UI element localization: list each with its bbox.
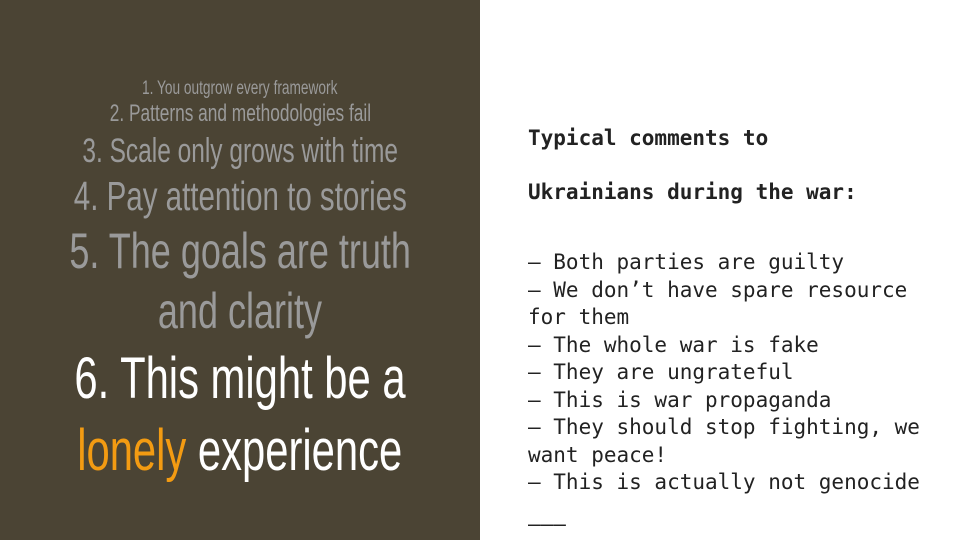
comments-list: — Both parties are guilty — We don’t hav… bbox=[528, 249, 940, 497]
heading-line-1: Typical comments to bbox=[528, 126, 769, 150]
heading-line-2: Ukrainians during the war: bbox=[528, 180, 857, 204]
comment-item: — They should stop fighting, we want pea… bbox=[528, 415, 920, 467]
comment-item: — The whole war is fake bbox=[528, 332, 819, 357]
slide: 1. You outgrow every framework 2. Patter… bbox=[0, 0, 960, 540]
list-item-2: 2. Patterns and methodologies fail bbox=[109, 100, 371, 127]
left-panel: 1. You outgrow every framework 2. Patter… bbox=[0, 0, 480, 540]
list-item-1: 1. You outgrow every framework bbox=[142, 78, 338, 99]
comment-item: — This is actually not genocide bbox=[528, 470, 920, 494]
list-item-6-rest: experience bbox=[198, 418, 403, 483]
list-item-6-line2: lonely experience bbox=[77, 418, 402, 484]
comment-item: — We don’t have spare resource for them bbox=[528, 277, 908, 330]
comment-item: — They are ungrateful bbox=[528, 360, 794, 384]
highlight-word: lonely bbox=[77, 418, 187, 483]
list-item-5-line1: 5. The goals are truth bbox=[69, 223, 411, 279]
list-item-5-line2: and clarity bbox=[157, 283, 323, 339]
separator-dashes: ——— bbox=[528, 511, 566, 536]
list-item-6-line1: 6. This might be a bbox=[74, 346, 406, 411]
comments-heading: Typical comments to Ukrainians during th… bbox=[528, 98, 940, 233]
list-item-4: 4. Pay attention to stories bbox=[73, 173, 407, 219]
comment-item: — Both parties are guilty bbox=[528, 250, 845, 274]
comment-item: — This is war propaganda bbox=[528, 387, 832, 412]
list-item-3: 3. Scale only grows with time bbox=[82, 132, 398, 170]
right-panel: Typical comments to Ukrainians during th… bbox=[480, 0, 960, 540]
